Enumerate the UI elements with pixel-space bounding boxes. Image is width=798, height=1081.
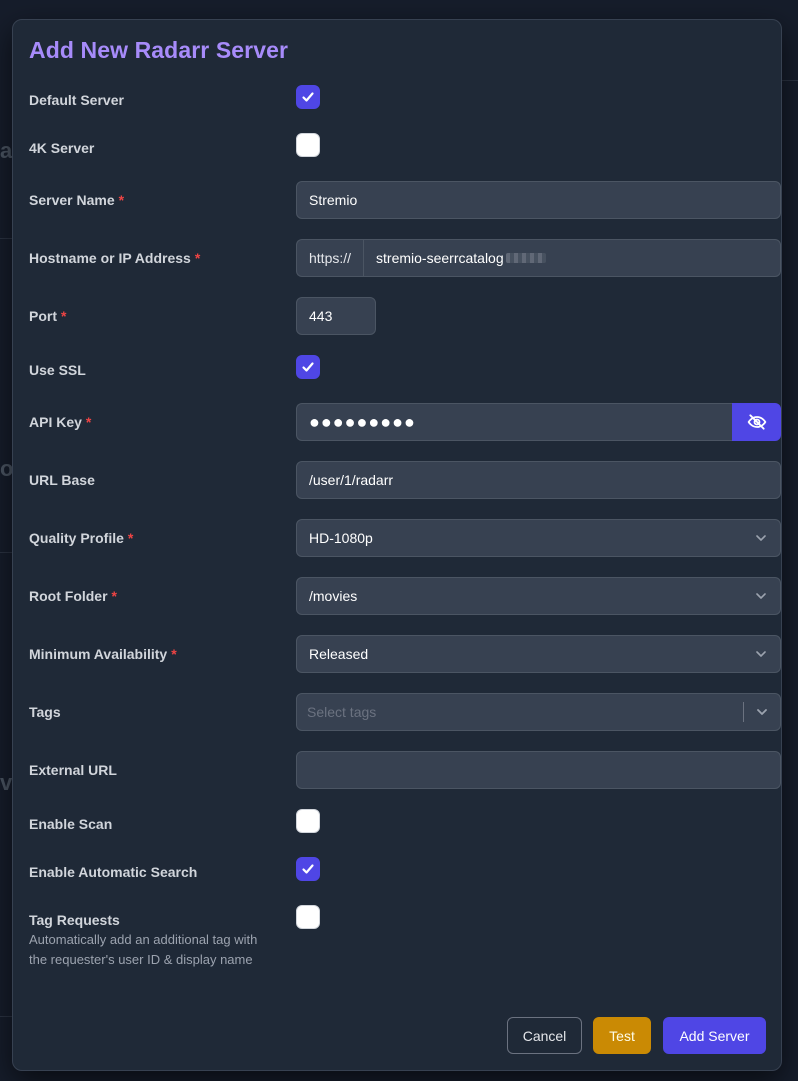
enable-automatic-search-row: Enable Automatic Search: [29, 857, 765, 881]
enable-automatic-search-label: Enable Automatic Search: [29, 864, 198, 880]
protocol-prefix: https://: [296, 239, 364, 277]
root-folder-row: Root Folder * /movies: [29, 577, 781, 615]
minimum-availability-row: Minimum Availability * Released: [29, 635, 781, 673]
external-url-input[interactable]: [296, 751, 781, 789]
check-icon: [302, 864, 314, 874]
external-url-label: External URL: [29, 762, 117, 778]
required-mark: *: [118, 192, 125, 208]
tags-label: Tags: [29, 704, 61, 720]
root-folder-select[interactable]: /movies: [296, 577, 781, 615]
required-mark: *: [85, 414, 92, 430]
server-name-label: Server Name *: [29, 192, 125, 208]
toggle-visibility-button[interactable]: [732, 403, 781, 441]
add-server-button[interactable]: Add Server: [663, 1017, 766, 1054]
quality-profile-row: Quality Profile * HD-1080p: [29, 519, 781, 557]
enable-automatic-search-checkbox[interactable]: [296, 857, 320, 881]
tag-requests-checkbox[interactable]: [296, 905, 320, 929]
hostname-row: Hostname or IP Address * https:// stremio…: [29, 239, 781, 277]
root-folder-value: /movies: [309, 588, 358, 604]
redacted-text: [505, 253, 546, 263]
check-icon: [302, 92, 314, 102]
api-key-input[interactable]: ●●●●●●●●●: [296, 403, 732, 441]
check-icon: [302, 362, 314, 372]
server-name-input[interactable]: Stremio: [296, 181, 781, 219]
url-base-input[interactable]: /user/1/radarr: [296, 461, 781, 499]
minimum-availability-value: Released: [309, 646, 369, 662]
4k-server-label: 4K Server: [29, 140, 95, 156]
use-ssl-checkbox[interactable]: [296, 355, 320, 379]
api-key-row: API Key * ●●●●●●●●●: [29, 403, 781, 441]
url-base-label: URL Base: [29, 472, 95, 488]
tag-requests-help: Automatically add an additional tag with…: [29, 932, 258, 967]
tags-select[interactable]: Select tags: [296, 693, 781, 731]
default-server-checkbox[interactable]: [296, 85, 320, 109]
chevron-down-icon: [757, 709, 767, 715]
add-radarr-server-modal: Add New Radarr Server Default Server 4K …: [12, 19, 782, 1071]
url-base-row: URL Base /user/1/radarr: [29, 461, 781, 499]
quality-profile-select[interactable]: HD-1080p: [296, 519, 781, 557]
port-label: Port *: [29, 308, 67, 324]
enable-scan-row: Enable Scan: [29, 809, 765, 833]
external-url-row: External URL: [29, 751, 781, 789]
required-mark: *: [171, 646, 177, 662]
port-input[interactable]: 443: [296, 297, 376, 335]
tags-dropdown-toggle[interactable]: [744, 705, 780, 719]
chevron-down-icon: [756, 535, 766, 541]
hostname-label: Hostname or IP Address *: [29, 250, 201, 266]
cancel-button[interactable]: Cancel: [507, 1017, 582, 1054]
tag-requests-row: Tag Requests Automatically add an additi…: [29, 905, 765, 995]
minimum-availability-select[interactable]: Released: [296, 635, 781, 673]
4k-server-row: 4K Server: [29, 133, 765, 157]
chevron-down-icon: [756, 651, 766, 657]
tags-placeholder: Select tags: [307, 704, 377, 720]
root-folder-label: Root Folder *: [29, 588, 117, 604]
required-mark: *: [61, 308, 67, 324]
modal-title: Add New Radarr Server: [29, 37, 289, 63]
tags-row: Tags Select tags: [29, 693, 781, 731]
port-row: Port * 443: [29, 297, 765, 335]
quality-profile-value: HD-1080p: [309, 530, 373, 546]
4k-server-checkbox[interactable]: [296, 133, 320, 157]
server-name-row: Server Name * Stremio: [29, 181, 781, 219]
default-server-label: Default Server: [29, 92, 124, 108]
minimum-availability-label: Minimum Availability *: [29, 646, 177, 662]
default-server-row: Default Server: [29, 85, 765, 109]
required-mark: *: [127, 530, 134, 546]
hostname-input[interactable]: stremio-seerrcatalog: [363, 239, 781, 277]
tag-requests-label: Tag Requests: [29, 912, 120, 928]
quality-profile-label: Quality Profile *: [29, 530, 134, 546]
enable-scan-label: Enable Scan: [29, 816, 113, 832]
required-mark: *: [194, 250, 201, 266]
api-key-label: API Key *: [29, 414, 92, 430]
use-ssl-label: Use SSL: [29, 362, 86, 378]
test-button[interactable]: Test: [593, 1017, 651, 1054]
use-ssl-row: Use SSL: [29, 355, 765, 379]
required-mark: *: [111, 588, 117, 604]
eye-off-icon: [747, 414, 766, 430]
chevron-down-icon: [756, 593, 766, 599]
enable-scan-checkbox[interactable]: [296, 809, 320, 833]
